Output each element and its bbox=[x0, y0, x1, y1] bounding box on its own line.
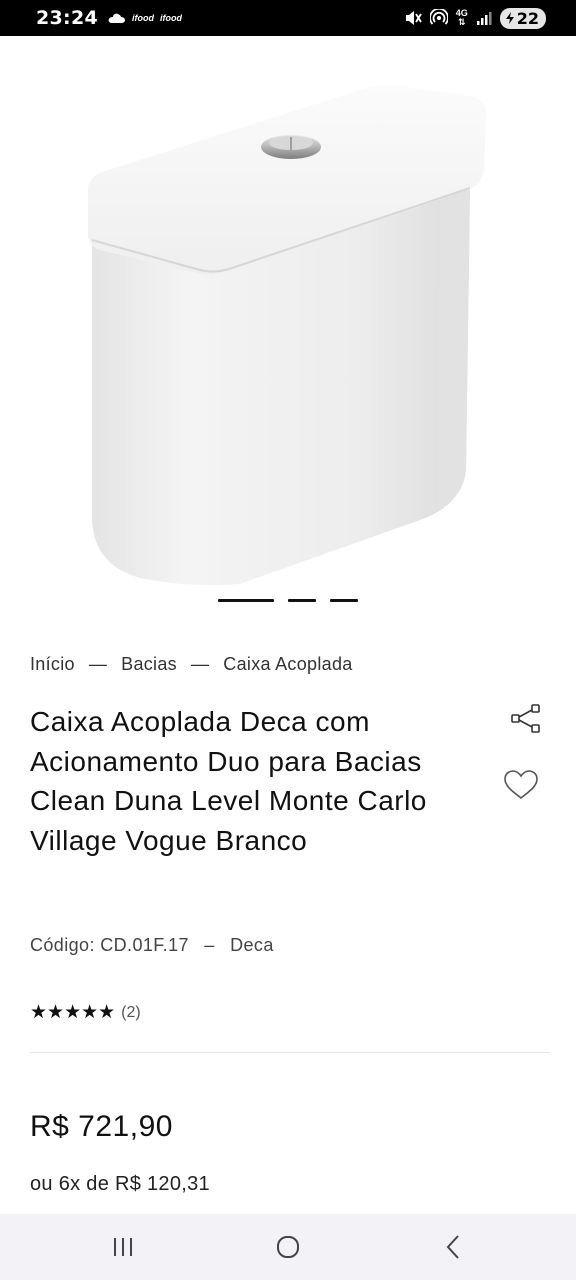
back-button[interactable] bbox=[423, 1222, 483, 1272]
home-button[interactable] bbox=[258, 1222, 318, 1272]
status-bar: 23:24 ifood ifood 4G ⇅ 22 bbox=[0, 0, 576, 36]
divider bbox=[30, 1052, 550, 1053]
carousel-indicators bbox=[0, 599, 576, 602]
breadcrumb-home[interactable]: Início bbox=[30, 654, 75, 675]
favorite-button[interactable] bbox=[502, 768, 540, 802]
mute-icon bbox=[405, 11, 422, 25]
home-icon bbox=[276, 1236, 299, 1258]
hotspot-icon bbox=[429, 9, 448, 25]
carousel-dot-active[interactable] bbox=[218, 599, 274, 602]
breadcrumb-bacias[interactable]: Bacias bbox=[121, 654, 177, 675]
breadcrumb-caixa-acoplada[interactable]: Caixa Acoplada bbox=[223, 654, 352, 675]
product-brand[interactable]: Deca bbox=[230, 935, 274, 955]
cloud-icon bbox=[108, 13, 125, 23]
ifood-icon: ifood bbox=[159, 13, 182, 23]
code-separator: – bbox=[204, 935, 215, 955]
product-code: Código: CD.01F.17 bbox=[30, 935, 189, 955]
battery-icon: 22 bbox=[499, 7, 546, 29]
system-nav-bar bbox=[0, 1214, 576, 1280]
carousel-dot[interactable] bbox=[288, 599, 316, 602]
breadcrumb: Início — Bacias — Caixa Acoplada bbox=[30, 654, 353, 675]
share-button[interactable] bbox=[508, 702, 542, 736]
product-rating[interactable]: ★★★★★ (2) bbox=[30, 1001, 141, 1024]
network-icon: 4G ⇅ bbox=[455, 8, 468, 27]
breadcrumb-separator: — bbox=[190, 654, 210, 674]
rating-stars: ★★★★★ bbox=[30, 1002, 116, 1023]
back-icon bbox=[446, 1235, 460, 1259]
status-time: 23:24 bbox=[36, 7, 98, 29]
product-title: Caixa Acoplada Deca com Acionamento Duo … bbox=[30, 706, 427, 856]
product-code-line: Código: CD.01F.17 – Deca bbox=[30, 935, 274, 956]
recents-icon bbox=[113, 1238, 132, 1256]
battery-level: 22 bbox=[516, 8, 539, 28]
notification-icons: ifood ifood bbox=[108, 12, 182, 24]
breadcrumb-separator: — bbox=[88, 654, 108, 674]
heart-icon bbox=[504, 770, 538, 800]
share-icon bbox=[511, 704, 540, 733]
installments-info: ou 6x de R$ 120,31 bbox=[30, 1173, 210, 1195]
carousel-dot[interactable] bbox=[330, 599, 358, 602]
rating-count: (2) bbox=[121, 1003, 141, 1021]
signal-icon bbox=[476, 12, 492, 25]
toilet-tank-image bbox=[88, 85, 487, 586]
product-image[interactable] bbox=[0, 36, 576, 596]
product-price: R$ 721,90 bbox=[30, 1110, 173, 1143]
ifood-icon: ifood bbox=[131, 13, 154, 23]
recents-button[interactable] bbox=[93, 1222, 153, 1272]
